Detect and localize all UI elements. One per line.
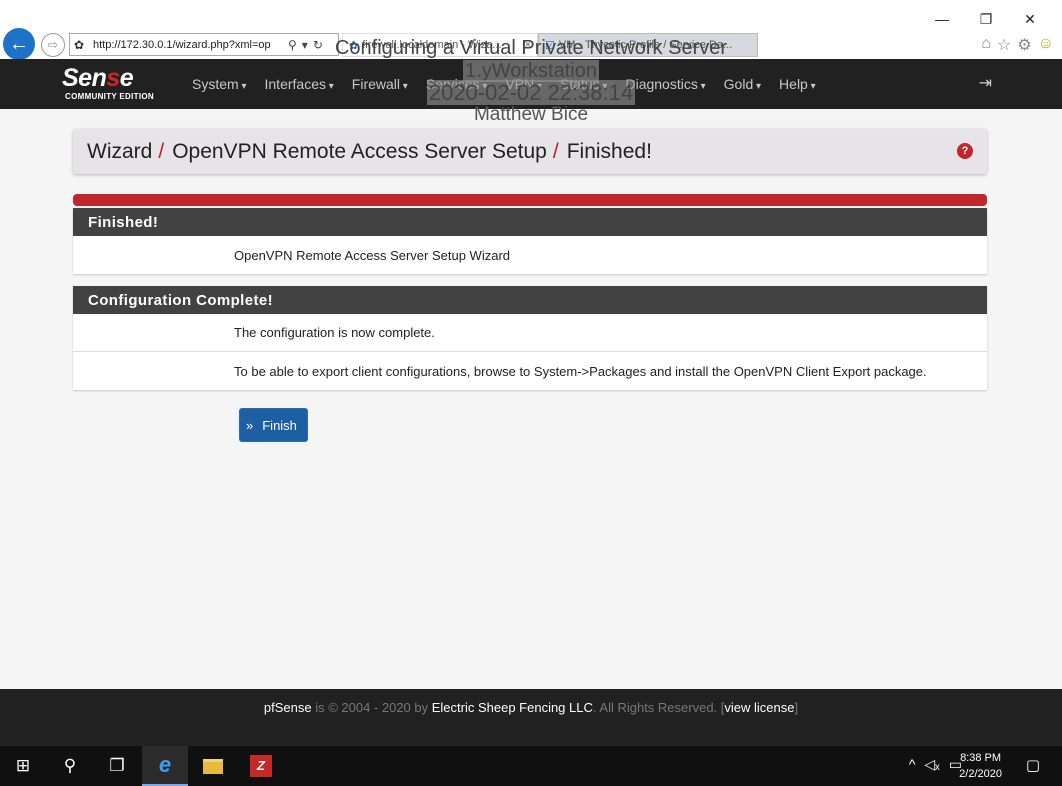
pfsense-favicon-icon: ✿ (74, 37, 85, 52)
logo-text-b: s (106, 64, 120, 92)
view-license-link[interactable]: view license (724, 700, 794, 715)
pfsense-logo[interactable]: Sense COMMUNITY EDITION (62, 64, 174, 104)
menu-services[interactable]: Services (426, 76, 488, 92)
search-icon[interactable]: ⚲ (288, 38, 297, 52)
tab-pfsense[interactable]: ✿ firewall.localdomain - Wiza... × (342, 33, 538, 57)
pfsense-navbar: Sense COMMUNITY EDITION System Interface… (0, 59, 1062, 109)
smiley-feedback-icon[interactable]: ☺ (1038, 35, 1054, 55)
configuration-complete-panel: Configuration Complete! The configuratio… (73, 286, 987, 390)
windows-start-icon[interactable]: ⊞ (0, 746, 46, 786)
windows-taskbar: ⊞ ⚲ ❐ e Z ^ ◁ₓ ▭ 8:38 PM 2/2/2020 ▢ (0, 746, 1062, 786)
back-arrow-icon[interactable]: ← (3, 28, 35, 60)
breadcrumb-separator: / (158, 139, 165, 163)
help-icon[interactable]: ? (957, 143, 973, 159)
panel-heading: Finished! (73, 208, 987, 236)
filezilla-icon[interactable]: Z (238, 746, 284, 786)
restore-button[interactable]: ❐ (964, 8, 1008, 30)
footer-bracket: ] (794, 700, 799, 715)
menu-gold[interactable]: Gold (724, 76, 761, 92)
finish-button[interactable]: » Finish (240, 409, 307, 441)
menu-system[interactable]: System (192, 76, 247, 92)
task-view-icon[interactable]: ❐ (94, 746, 140, 786)
gear-icon[interactable]: ⚙ (1017, 35, 1031, 55)
home-icon[interactable]: ⌂ (981, 35, 991, 55)
tab-label: firewall.localdomain - Wiza... (362, 39, 502, 51)
footer-rights: . All Rights Reserved. [ (592, 700, 725, 715)
panel-row: The configuration is now complete. (73, 314, 987, 352)
footer-copyright: is © 2004 - 2020 by (311, 700, 432, 715)
system-tray: ^ ◁ₓ ▭ (909, 756, 962, 773)
finish-button-label: Finish (262, 417, 297, 433)
speaker-muted-icon[interactable]: ◁ₓ (924, 756, 939, 773)
minimize-button[interactable]: — (920, 8, 964, 30)
panel-row: OpenVPN Remote Access Server Setup Wizar… (234, 247, 511, 263)
logo-text-a: Sen (62, 64, 107, 92)
close-button[interactable]: ✕ (1008, 8, 1052, 30)
panel-row: To be able to export client configuratio… (234, 363, 927, 379)
menu-help[interactable]: Help (779, 76, 816, 92)
menu-vpn[interactable]: VPN (505, 76, 542, 92)
footer-brand-link[interactable]: pfSense (264, 700, 312, 715)
breadcrumb: Wizard / OpenVPN Remote Access Server Se… (73, 129, 987, 174)
search-icon[interactable]: ⚲ (47, 746, 93, 786)
browser-toolbar-icons: ⌂ ☆ ⚙ ☺ (981, 35, 1054, 55)
pfsense-favicon-icon: ✿ (349, 39, 359, 52)
chevron-up-icon[interactable]: ^ (909, 756, 916, 773)
double-chevron-right-icon: » (246, 417, 254, 433)
breadcrumb-wizard[interactable]: Wizard (87, 140, 152, 164)
tab-vm[interactable]: ☑ VM - Thycotic Profile / Service Da... (538, 33, 758, 57)
menu-interfaces[interactable]: Interfaces (265, 76, 334, 92)
clock-time: 8:38 PM (960, 752, 1002, 764)
clock-date: 2/2/2020 (959, 768, 1002, 780)
refresh-icon[interactable]: ↻ (313, 38, 323, 52)
file-explorer-icon[interactable] (190, 746, 236, 786)
breadcrumb-finished: Finished! (566, 139, 652, 163)
logout-icon[interactable]: ⇥ (979, 73, 992, 93)
menu-diagnostics[interactable]: Diagnostics (625, 76, 705, 92)
menu-firewall[interactable]: Firewall (352, 76, 408, 92)
page-footer: pfSense is © 2004 - 2020 by Electric She… (0, 689, 1062, 746)
logo-text-c: e (119, 64, 134, 92)
breadcrumb-separator: / (552, 139, 559, 163)
tab-label: VM - Thycotic Profile / Service Da... (558, 39, 733, 51)
finished-panel: Finished! OpenVPN Remote Access Server S… (73, 208, 987, 274)
logo-subtitle: COMMUNITY EDITION (65, 92, 154, 101)
notification-icon[interactable]: ▢ (1026, 756, 1040, 774)
browser-chrome: — ❐ ✕ ← ⇨ ✿ http://172.30.0.1/wizard.php… (0, 0, 1062, 60)
address-bar[interactable]: ✿ http://172.30.0.1/wizard.php?xml=op ⚲ … (69, 33, 339, 56)
taskbar-clock[interactable]: 8:38 PM 2/2/2020 (959, 750, 1002, 782)
breadcrumb-openvpn[interactable]: OpenVPN Remote Access Server Setup (172, 140, 547, 164)
main-menu: System Interfaces Firewall Services VPN … (192, 59, 834, 109)
vm-favicon-icon: ☑ (545, 39, 555, 52)
panel-heading: Configuration Complete! (73, 286, 987, 314)
address-url[interactable]: http://172.30.0.1/wizard.php?xml=op (93, 39, 283, 51)
forward-arrow-icon[interactable]: ⇨ (41, 33, 65, 57)
window-controls: — ❐ ✕ (920, 8, 1052, 30)
favorites-star-icon[interactable]: ☆ (997, 35, 1011, 55)
internet-explorer-icon[interactable]: e (142, 746, 188, 786)
footer-company-link[interactable]: Electric Sheep Fencing LLC (432, 700, 593, 715)
close-icon[interactable]: × (525, 39, 531, 51)
wizard-progress-bar (73, 194, 987, 206)
menu-status[interactable]: Status (560, 76, 608, 92)
chevron-down-icon[interactable]: ▾ (302, 38, 308, 52)
